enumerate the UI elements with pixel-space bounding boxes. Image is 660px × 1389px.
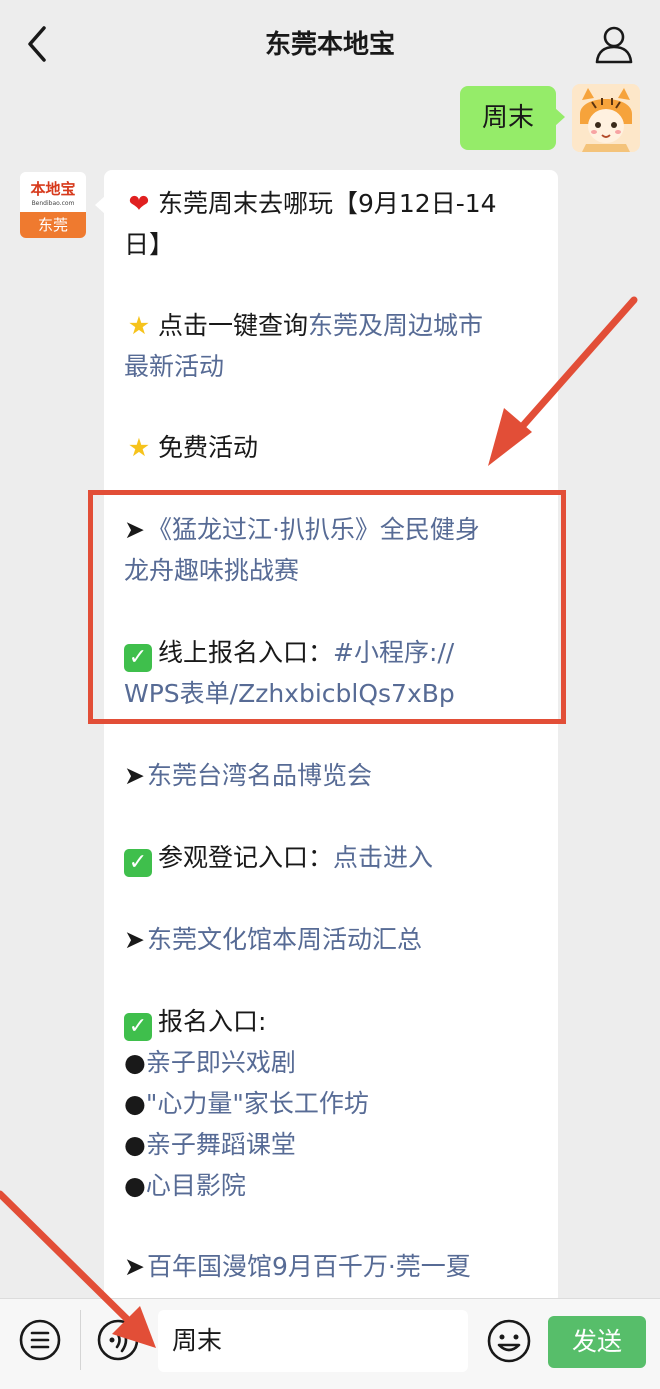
highlight-box (88, 490, 566, 724)
arrow-icon: ➤ (124, 761, 145, 790)
free-activities-label: 免费活动 (158, 433, 259, 462)
check-icon: ✓ (124, 1013, 152, 1041)
event4-title-line: ➤百年国漫馆9月百千万·莞一夏 (124, 1246, 471, 1287)
outgoing-message[interactable]: 周末 (460, 86, 565, 150)
tiger-avatar-icon (572, 84, 640, 152)
arrow-icon: ➤ (124, 925, 145, 954)
event2-entry-line: ✓ 参观登记入口：点击进入 (124, 837, 433, 878)
list-item: ●亲子舞蹈课堂 (124, 1124, 296, 1165)
list-item: ●亲子即兴戏剧 (124, 1042, 296, 1083)
star-icon: ★ (127, 311, 151, 340)
chat-header: 东莞本地宝 (0, 0, 660, 88)
avatar-city-label: 东莞 (20, 212, 86, 238)
bendibao-avatar[interactable]: 本地宝 Bendibao.com 东莞 (20, 172, 86, 238)
query-link-cont[interactable]: 最新活动 (124, 346, 224, 387)
star-icon: ★ (127, 433, 151, 462)
arrow-icon: ➤ (124, 1252, 145, 1281)
message-input[interactable]: 周末 (158, 1310, 468, 1372)
query-link[interactable]: 东莞及周边城市 (308, 311, 483, 340)
avatar-domain-text: Bendibao.com (31, 200, 75, 207)
list-item: ●心目影院 (124, 1165, 246, 1206)
bullet-icon: ● (124, 1171, 146, 1200)
query-prefix: 点击一键查询 (158, 311, 309, 340)
user-avatar[interactable] (572, 84, 640, 152)
message-title-cont: 日】 (124, 230, 175, 259)
event3-link[interactable]: 东莞文化馆本周活动汇总 (147, 925, 422, 954)
event3-item-link[interactable]: 亲子即兴戏剧 (146, 1048, 296, 1077)
event2-entry-link[interactable]: 点击进入 (333, 843, 433, 872)
event2-link[interactable]: 东莞台湾名品博览会 (147, 761, 372, 790)
divider (80, 1310, 81, 1370)
event3-title-line: ➤东莞文化馆本周活动汇总 (124, 919, 422, 960)
send-button[interactable]: 发送 (548, 1316, 646, 1368)
bullet-icon: ● (124, 1130, 146, 1159)
free-activities-line: ★ 免费活动 (124, 427, 258, 468)
event3-item-link[interactable]: 亲子舞蹈课堂 (146, 1130, 296, 1159)
voice-icon[interactable] (96, 1318, 140, 1362)
event4-link[interactable]: 百年国漫馆9月百千万·莞一夏 (147, 1252, 471, 1281)
avatar-logo-text: 本地宝 (30, 180, 76, 198)
message-title-line: ❤ 东莞周末去哪玩【9月12日-14 (124, 183, 497, 224)
bullet-icon: ● (124, 1089, 146, 1118)
user-profile-icon[interactable] (592, 22, 636, 66)
event2-entry-label: 参观登记入口： (158, 843, 334, 872)
bullet-icon: ● (124, 1048, 146, 1077)
query-line: ★ 点击一键查询东莞及周边城市 (124, 305, 483, 346)
chat-title: 东莞本地宝 (264, 30, 395, 60)
emoji-icon[interactable] (486, 1318, 532, 1364)
menu-icon[interactable] (18, 1318, 62, 1362)
message-title: 东莞周末去哪玩【9月12日-14 (158, 189, 497, 218)
event3-item-link[interactable]: 心目影院 (146, 1171, 246, 1200)
event3-entry-line: ✓ 报名入口: (124, 1001, 266, 1042)
event3-entry-label: 报名入口: (158, 1007, 267, 1036)
avatar-logo-area: 本地宝 Bendibao.com (20, 172, 86, 212)
list-item: ●"心力量"家长工作坊 (124, 1083, 369, 1124)
heart-icon: ❤ (128, 189, 150, 218)
check-icon: ✓ (124, 849, 152, 877)
event2-title-line: ➤东莞台湾名品博览会 (124, 755, 372, 796)
event3-item-link[interactable]: "心力量"家长工作坊 (146, 1089, 369, 1118)
